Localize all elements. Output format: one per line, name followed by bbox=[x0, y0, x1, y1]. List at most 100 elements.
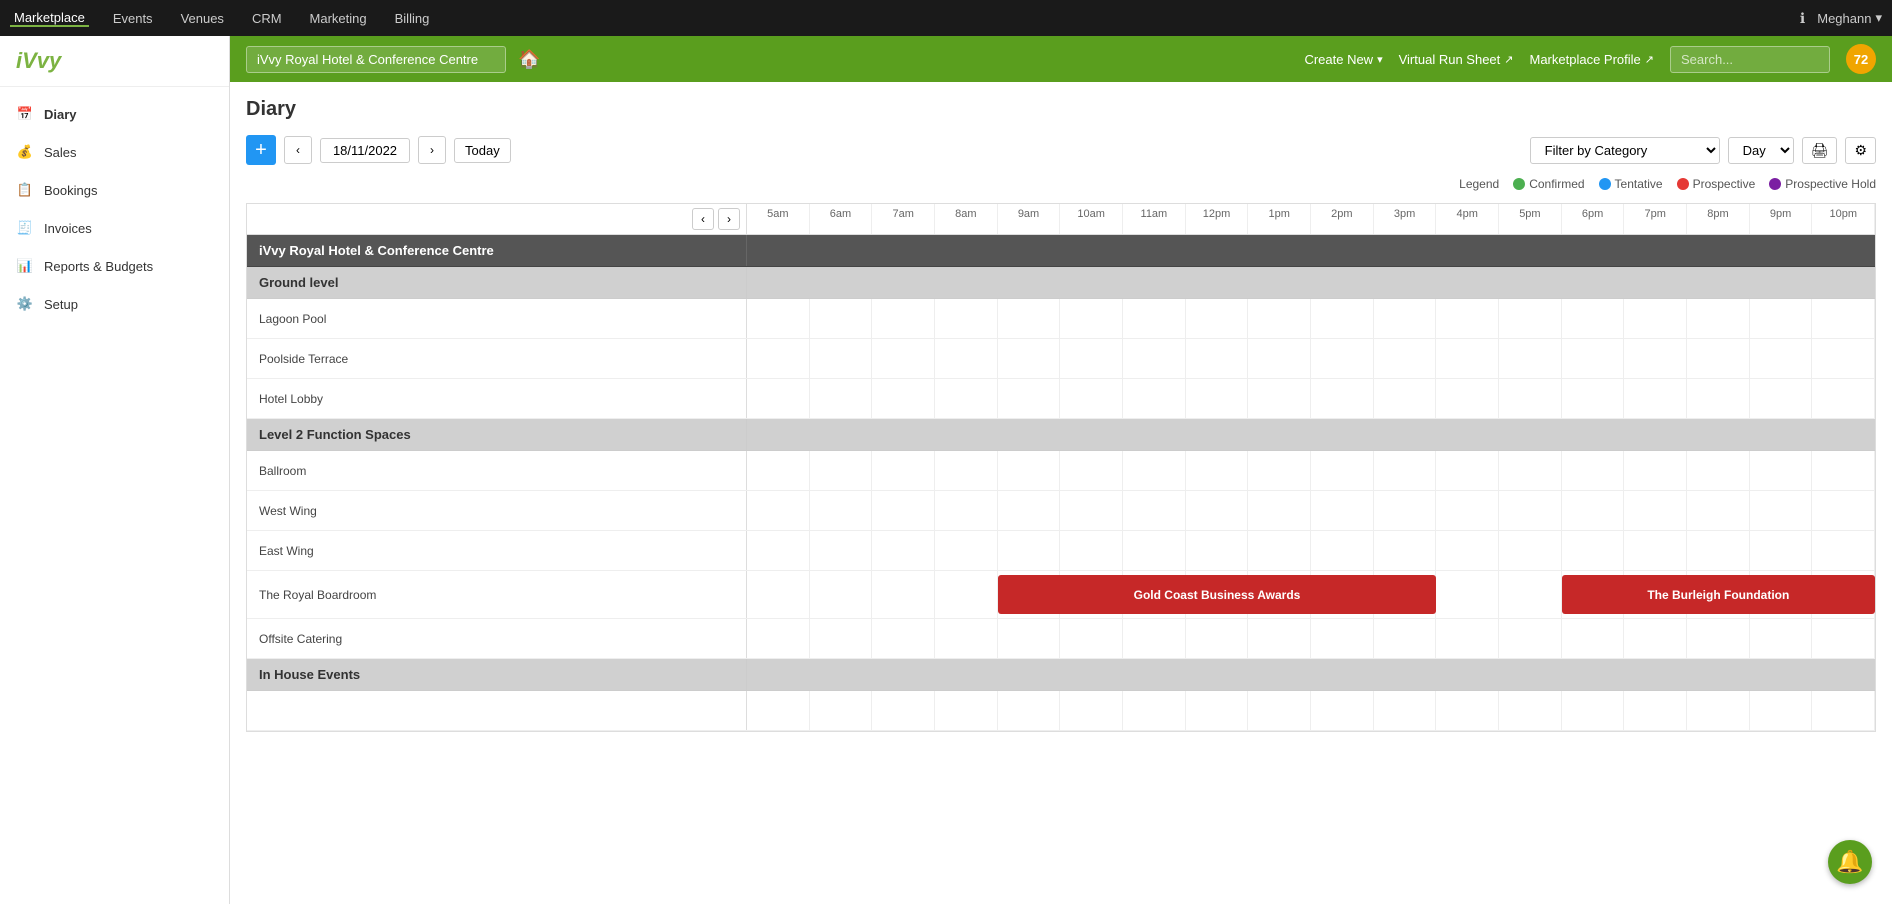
venue-header-label: iVvy Royal Hotel & Conference Centre bbox=[247, 235, 747, 266]
prev-date-button[interactable]: ‹ bbox=[284, 136, 312, 164]
room-label-hotel-lobby: Hotel Lobby bbox=[247, 379, 747, 418]
room-cells-poolside-terrace bbox=[747, 339, 1875, 378]
event-bar[interactable]: The Burleigh Foundation bbox=[1562, 575, 1875, 614]
venue-header-row: iVvy Royal Hotel & Conference Centre bbox=[247, 235, 1875, 267]
virtual-run-sheet-button[interactable]: Virtual Run Sheet ↗ bbox=[1399, 52, 1514, 67]
legend-confirmed: Confirmed bbox=[1513, 177, 1584, 191]
event-bar[interactable]: Gold Coast Business Awards bbox=[998, 575, 1437, 614]
legend-prospective: Prospective bbox=[1677, 177, 1756, 191]
date-display: 18/11/2022 bbox=[320, 138, 410, 163]
bookings-icon: 📋 bbox=[16, 181, 34, 199]
sales-icon: 💰 bbox=[16, 143, 34, 161]
time-6pm: 6pm bbox=[1562, 204, 1625, 234]
nav-events[interactable]: Events bbox=[109, 11, 157, 26]
time-3pm: 3pm bbox=[1374, 204, 1437, 234]
diary-toolbar: + ‹ 18/11/2022 › Today Filter by Categor… bbox=[246, 135, 1876, 165]
calendar-header-row: ‹ › 5am 6am 7am 8am 9am 10am 11am 12pm 1… bbox=[247, 204, 1875, 235]
diary-icon: 📅 bbox=[16, 105, 34, 123]
info-icon: ℹ bbox=[1800, 10, 1805, 27]
content-area: iVvy Royal Hotel & Conference Centre 🏠 C… bbox=[230, 36, 1892, 904]
section-in-house: In House Events bbox=[247, 659, 1875, 691]
room-row-offsite-catering: Offsite Catering bbox=[247, 619, 1875, 659]
sidebar-menu: 📅 Diary 💰 Sales 📋 Bookings 🧾 Invoices 📊 … bbox=[0, 87, 229, 331]
room-label-ballroom: Ballroom bbox=[247, 451, 747, 490]
tentative-dot bbox=[1599, 178, 1611, 190]
time-8pm: 8pm bbox=[1687, 204, 1750, 234]
user-menu[interactable]: Meghann ▾ bbox=[1817, 10, 1882, 26]
sidebar-item-bookings[interactable]: 📋 Bookings bbox=[0, 171, 229, 209]
room-cells-lagoon-pool bbox=[747, 299, 1875, 338]
room-label-west-wing: West Wing bbox=[247, 491, 747, 530]
legend-tentative: Tentative bbox=[1599, 177, 1663, 191]
sidebar-item-invoices[interactable]: 🧾 Invoices bbox=[0, 209, 229, 247]
setup-icon: ⚙️ bbox=[16, 295, 34, 313]
room-cells-hotel-lobby bbox=[747, 379, 1875, 418]
reports-icon: 📊 bbox=[16, 257, 34, 275]
sidebar: iVvy 📅 Diary 💰 Sales 📋 Bookings 🧾 Invoic… bbox=[0, 36, 230, 904]
settings-button[interactable]: ⚙ bbox=[1845, 137, 1876, 164]
nav-marketing[interactable]: Marketing bbox=[306, 11, 371, 26]
bell-button[interactable]: 🔔 bbox=[1828, 840, 1872, 884]
page-content: Diary + ‹ 18/11/2022 › Today Filter by C… bbox=[230, 82, 1892, 904]
time-12pm: 12pm bbox=[1186, 204, 1249, 234]
room-row-lagoon-pool: Lagoon Pool bbox=[247, 299, 1875, 339]
royal-boardroom-cells: Gold Coast Business Awards The Burleigh F… bbox=[747, 571, 1875, 618]
view-selector[interactable]: Day bbox=[1728, 137, 1794, 164]
time-5am: 5am bbox=[747, 204, 810, 234]
time-9am: 9am bbox=[998, 204, 1061, 234]
nav-billing[interactable]: Billing bbox=[391, 11, 434, 26]
sidebar-item-reports[interactable]: 📊 Reports & Budgets bbox=[0, 247, 229, 285]
time-4pm: 4pm bbox=[1436, 204, 1499, 234]
room-row-inhouse-1 bbox=[247, 691, 1875, 731]
today-button[interactable]: Today bbox=[454, 138, 511, 163]
time-5pm: 5pm bbox=[1499, 204, 1562, 234]
filter-by-category[interactable]: Filter by Category bbox=[1530, 137, 1720, 164]
add-event-button[interactable]: + bbox=[246, 135, 276, 165]
room-row-hotel-lobby: Hotel Lobby bbox=[247, 379, 1875, 419]
time-7am: 7am bbox=[872, 204, 935, 234]
time-10pm: 10pm bbox=[1812, 204, 1875, 234]
room-row-poolside-terrace: Poolside Terrace bbox=[247, 339, 1875, 379]
time-1pm: 1pm bbox=[1248, 204, 1311, 234]
next-date-button[interactable]: › bbox=[418, 136, 446, 164]
time-11am: 11am bbox=[1123, 204, 1186, 234]
room-label-poolside-terrace: Poolside Terrace bbox=[247, 339, 747, 378]
time-7pm: 7pm bbox=[1624, 204, 1687, 234]
sidebar-item-sales[interactable]: 💰 Sales bbox=[0, 133, 229, 171]
logo-text: iVvy bbox=[16, 48, 61, 73]
time-8am: 8am bbox=[935, 204, 998, 234]
room-label-royal-boardroom: The Royal Boardroom bbox=[247, 571, 747, 618]
room-label-inhouse-1 bbox=[247, 691, 747, 730]
scroll-right-button[interactable]: › bbox=[718, 208, 740, 230]
room-row-royal-boardroom: The Royal Boardroom Gold Coast Business … bbox=[247, 571, 1875, 619]
top-navigation: Marketplace Events Venues CRM Marketing … bbox=[0, 0, 1892, 36]
search-input[interactable] bbox=[1670, 46, 1830, 73]
room-col-header: ‹ › bbox=[247, 204, 747, 234]
confirmed-dot bbox=[1513, 178, 1525, 190]
venue-header-cells bbox=[747, 235, 1875, 266]
legend-prospective-hold: Prospective Hold bbox=[1769, 177, 1876, 191]
sidebar-item-diary[interactable]: 📅 Diary bbox=[0, 95, 229, 133]
venue-selector[interactable]: iVvy Royal Hotel & Conference Centre bbox=[246, 46, 506, 73]
prospective-hold-dot bbox=[1769, 178, 1781, 190]
nav-venues[interactable]: Venues bbox=[177, 11, 228, 26]
section-level2-label: Level 2 Function Spaces bbox=[247, 419, 747, 450]
create-new-button[interactable]: Create New ▾ bbox=[1304, 52, 1382, 67]
header-actions: Create New ▾ Virtual Run Sheet ↗ Marketp… bbox=[1304, 44, 1876, 74]
logo: iVvy bbox=[0, 36, 229, 87]
section-level2: Level 2 Function Spaces bbox=[247, 419, 1875, 451]
notification-badge[interactable]: 72 bbox=[1846, 44, 1876, 74]
marketplace-profile-button[interactable]: Marketplace Profile ↗ bbox=[1530, 52, 1655, 67]
print-button[interactable]: 🖨 bbox=[1802, 137, 1838, 164]
sidebar-item-setup[interactable]: ⚙️ Setup bbox=[0, 285, 229, 323]
calendar-wrapper: ‹ › 5am 6am 7am 8am 9am 10am 11am 12pm 1… bbox=[246, 203, 1876, 732]
home-button[interactable]: 🏠 bbox=[518, 49, 540, 70]
nav-marketplace[interactable]: Marketplace bbox=[10, 10, 89, 27]
section-ground-level-label: Ground level bbox=[247, 267, 747, 298]
prospective-dot bbox=[1677, 178, 1689, 190]
nav-crm[interactable]: CRM bbox=[248, 11, 286, 26]
time-10am: 10am bbox=[1060, 204, 1123, 234]
room-row-west-wing: West Wing bbox=[247, 491, 1875, 531]
page-title: Diary bbox=[246, 98, 1876, 121]
scroll-left-button[interactable]: ‹ bbox=[692, 208, 714, 230]
